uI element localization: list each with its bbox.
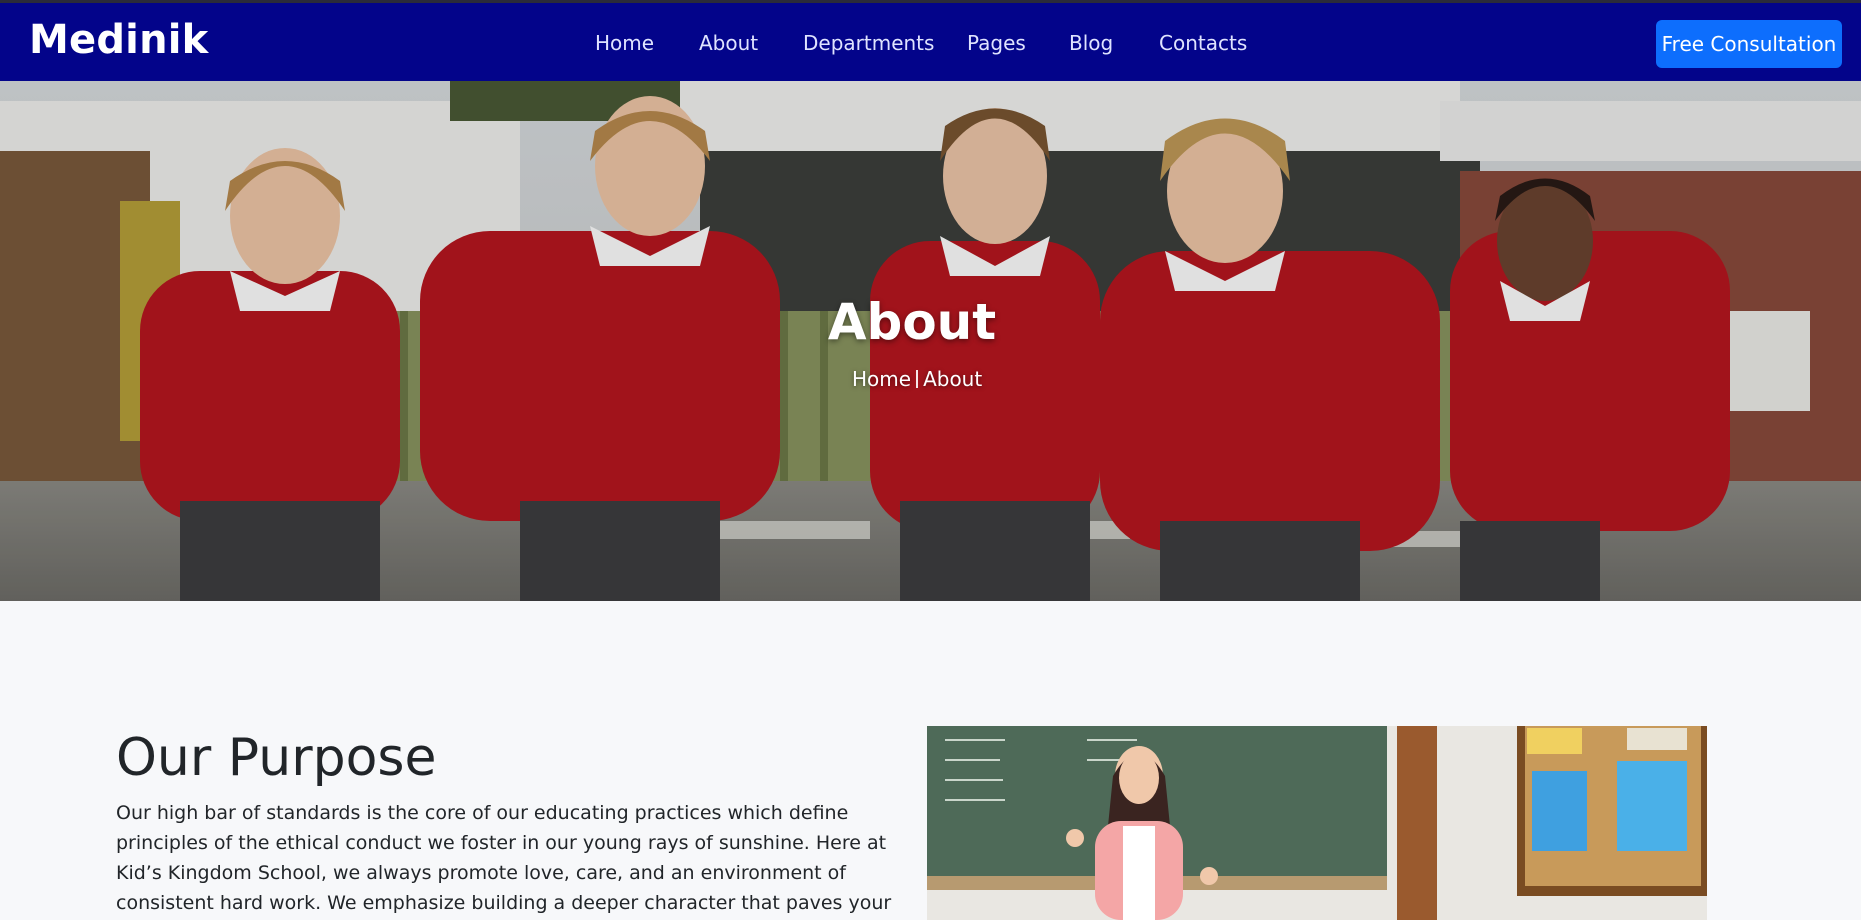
breadcrumb-current: About (923, 367, 983, 391)
purpose-body: Our high bar of standards is the core of… (116, 802, 892, 914)
purpose-section: Our Purpose Our high bar of standards is… (116, 728, 896, 920)
teacher-classroom-illustration (927, 726, 1707, 920)
nav-item-home[interactable]: Home (595, 31, 654, 55)
teacher-classroom-photo (927, 726, 1707, 920)
nav-item-departments[interactable]: Departments (803, 31, 934, 55)
breadcrumb-separator (916, 370, 919, 388)
nav-item-about[interactable]: About (699, 31, 758, 55)
purpose-heading: Our Purpose (116, 728, 437, 788)
page-title: About (827, 293, 997, 351)
free-consultation-button[interactable]: Free Consultation (1656, 20, 1842, 68)
hero-banner: About Home About (0, 81, 1861, 601)
main-nav: Home About Departments Pages Blog Contac… (0, 3, 1861, 81)
navbar: Medinik Home About Departments Pages Blo… (0, 3, 1861, 81)
breadcrumb: Home About (852, 367, 982, 391)
nav-item-contacts[interactable]: Contacts (1159, 31, 1247, 55)
nav-item-blog[interactable]: Blog (1069, 31, 1113, 55)
breadcrumb-home-link[interactable]: Home (852, 367, 911, 391)
nav-item-pages[interactable]: Pages (967, 31, 1026, 55)
